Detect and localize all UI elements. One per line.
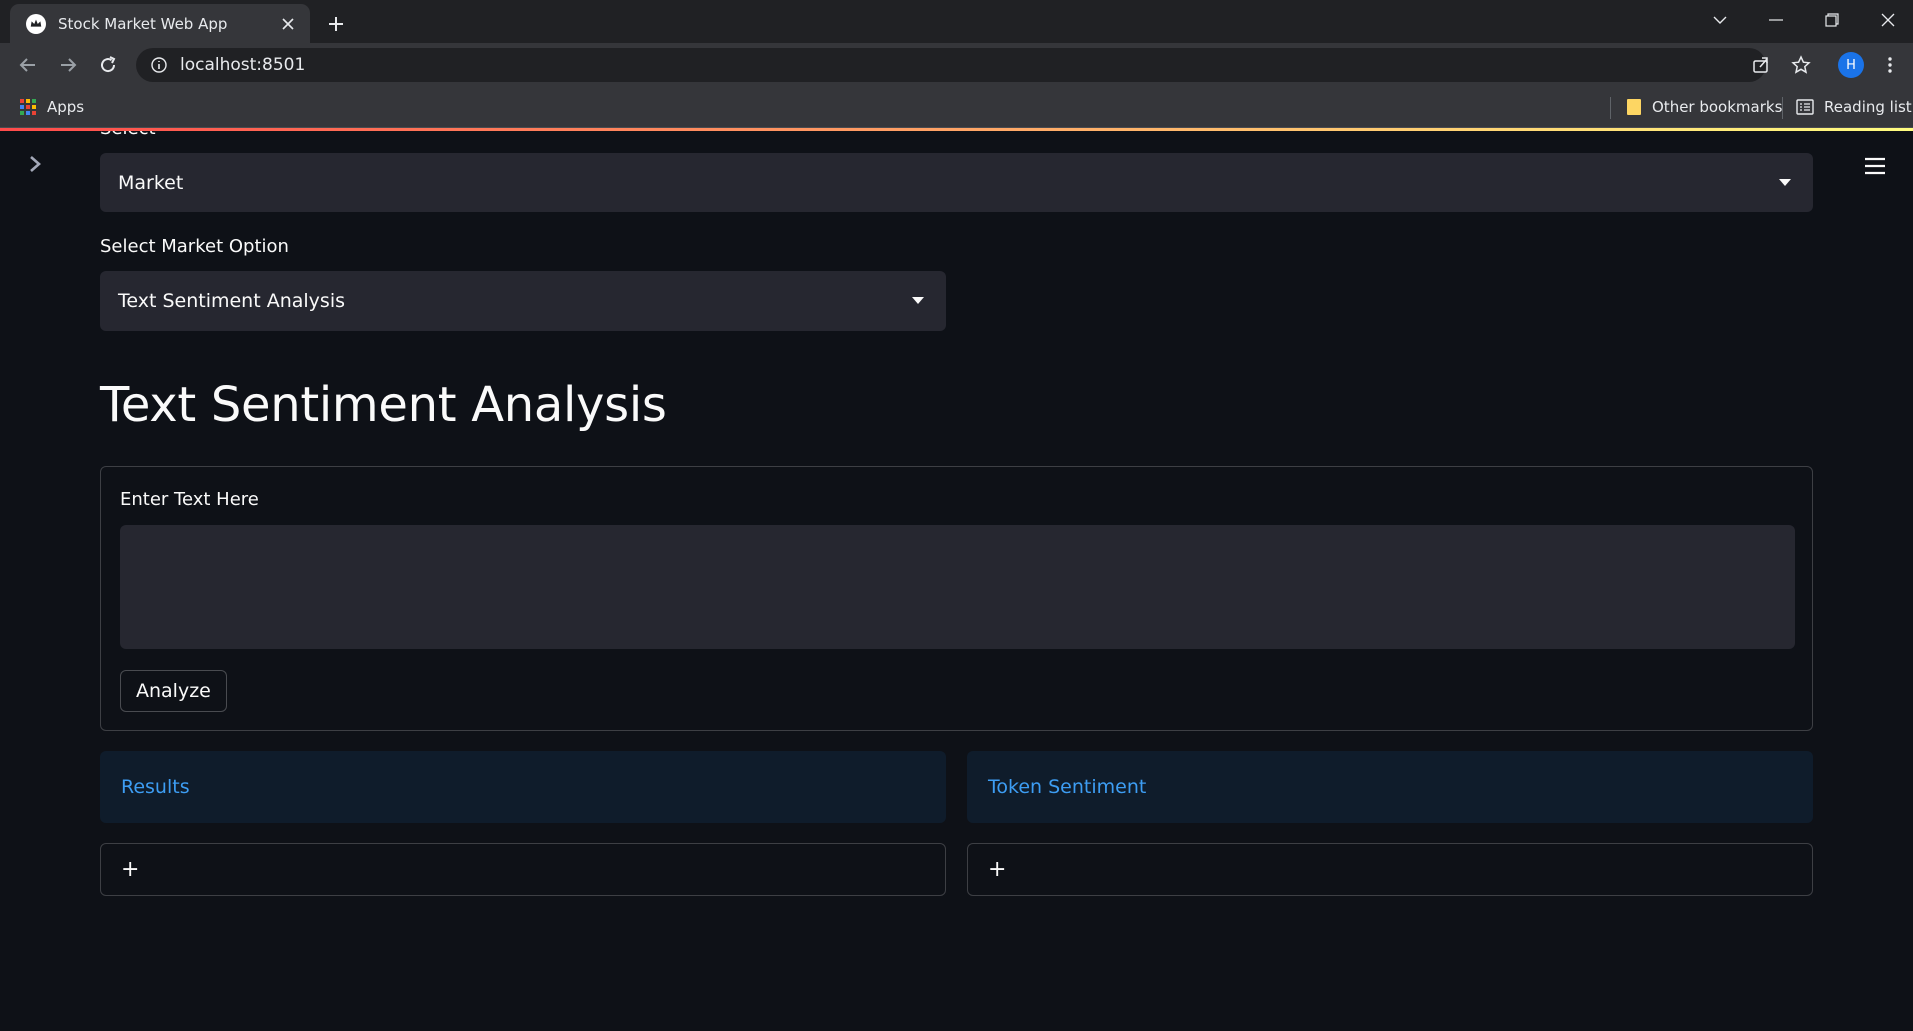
- bookmark-separator: [1782, 97, 1783, 119]
- forward-arrow-icon[interactable]: [54, 51, 82, 79]
- window-close-icon[interactable]: [1860, 0, 1913, 40]
- results-expander[interactable]: +: [100, 843, 946, 896]
- hamburger-menu-icon[interactable]: [1860, 153, 1890, 179]
- share-icon[interactable]: [1747, 51, 1775, 79]
- text-input-label: Enter Text Here: [120, 489, 259, 510]
- market-select[interactable]: Market: [100, 153, 1813, 212]
- url-text: localhost:8501: [180, 55, 306, 75]
- market-option-label: Select Market Option: [100, 236, 289, 257]
- restore-icon[interactable]: [1804, 0, 1860, 40]
- browser-tab[interactable]: Stock Market Web App: [10, 4, 310, 43]
- text-input-area[interactable]: [120, 525, 1795, 649]
- token-sentiment-expander[interactable]: +: [967, 843, 1813, 896]
- reading-list-icon: [1796, 98, 1814, 116]
- caret-down-icon: [1779, 178, 1791, 186]
- market-option-select[interactable]: Text Sentiment Analysis: [100, 271, 946, 331]
- tab-search-chevron-icon[interactable]: [1692, 0, 1748, 40]
- results-info-box: Results: [100, 751, 946, 823]
- tab-title: Stock Market Web App: [58, 14, 228, 33]
- chevron-right-icon[interactable]: [22, 151, 48, 177]
- info-icon[interactable]: [150, 56, 168, 74]
- kebab-menu-icon[interactable]: [1880, 52, 1900, 78]
- folder-icon: [1626, 98, 1642, 116]
- address-bar[interactable]: localhost:8501: [136, 48, 1766, 82]
- reading-list[interactable]: Reading list: [1796, 87, 1912, 127]
- back-arrow-icon[interactable]: [14, 51, 42, 79]
- bookmark-other[interactable]: Other bookmarks: [1626, 87, 1782, 127]
- market-select-value: Market: [118, 171, 184, 194]
- analyze-button[interactable]: Analyze: [120, 670, 227, 712]
- apps-grid-icon: [19, 98, 37, 116]
- reload-icon[interactable]: [94, 51, 122, 79]
- sentiment-form: Enter Text Here Analyze: [100, 466, 1813, 731]
- browser-titlebar: Stock Market Web App: [0, 0, 1913, 43]
- bookmark-apps[interactable]: Apps: [19, 87, 84, 127]
- bookmark-separator: [1610, 97, 1611, 119]
- streamlit-crown-icon: [26, 13, 46, 34]
- star-icon[interactable]: [1787, 51, 1815, 79]
- plus-icon: +: [988, 857, 1007, 882]
- profile-avatar[interactable]: H: [1838, 52, 1864, 78]
- close-icon[interactable]: [278, 14, 298, 34]
- plus-icon[interactable]: [322, 10, 350, 38]
- market-option-value: Text Sentiment Analysis: [118, 290, 345, 312]
- other-bookmarks-label: Other bookmarks: [1652, 98, 1783, 116]
- page-title: Text Sentiment Analysis: [100, 377, 667, 433]
- select-label: Select: [100, 131, 156, 139]
- plus-icon: +: [121, 857, 140, 882]
- caret-down-icon: [912, 297, 924, 304]
- bookmark-apps-label: Apps: [47, 98, 85, 116]
- app-main: Select Market Select Market Option Text …: [0, 131, 1913, 1031]
- browser-toolbar: localhost:8501 H: [0, 43, 1913, 87]
- reading-list-label: Reading list: [1824, 98, 1912, 116]
- minimize-icon[interactable]: [1748, 0, 1804, 40]
- bookmarks-bar: Apps Other bookmarks Reading list: [0, 87, 1913, 128]
- token-sentiment-info-box: Token Sentiment: [967, 751, 1813, 823]
